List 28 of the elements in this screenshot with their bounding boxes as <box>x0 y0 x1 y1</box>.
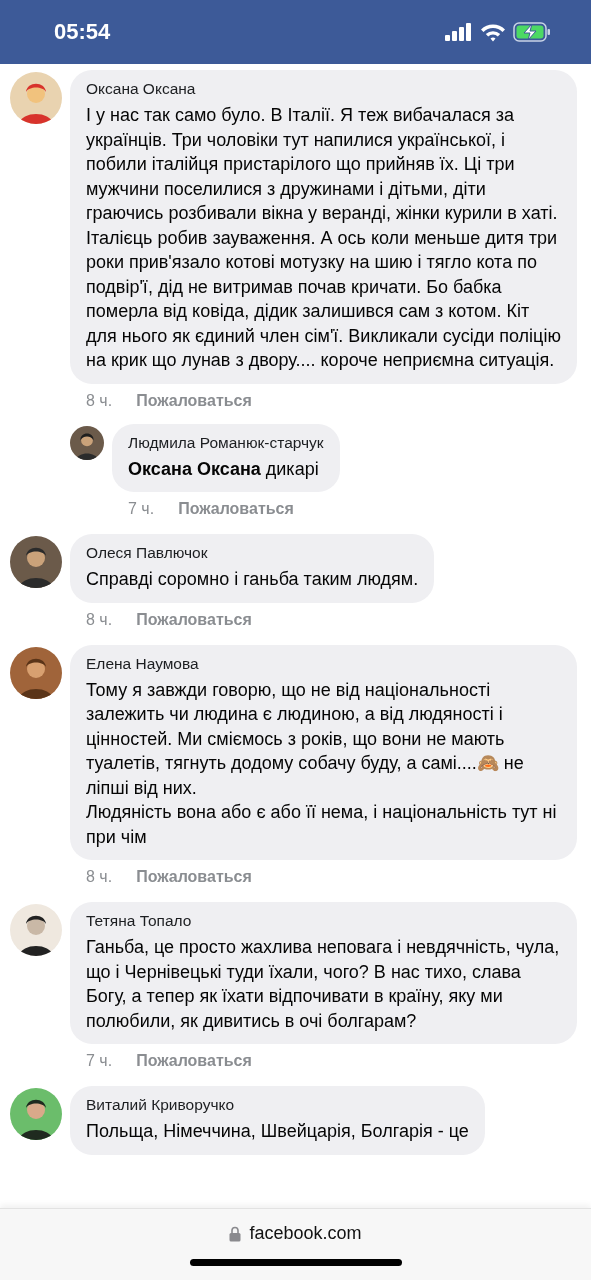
report-link[interactable]: Пожаловаться <box>136 868 252 886</box>
report-link[interactable]: Пожаловаться <box>136 391 252 410</box>
wifi-icon <box>480 22 506 42</box>
clock: 05:54 <box>54 19 111 45</box>
address-bar[interactable]: facebook.com <box>0 1208 591 1280</box>
home-indicator[interactable] <box>189 1259 402 1266</box>
author-name[interactable]: Тетяна Топало <box>86 912 561 930</box>
comment-text: І у нас так само було. В Італії. Я теж вибачалася за українців. Три чоловіки тут напилися української, і побили італійця пристарілого що прийняв їх. Ці три мужчини поселилися з дружинами і дітьми, діти граючись розбивали вікна у веранді, жінки курили в хаті. Італієць робив зауваження. А ось коли меньше дитя три роки прив'язало котові мотузку на шию і тягло кота по подвір'ї, дід не витримав почав кричати. Бо бабка померла від ковіда, дідик залишився сам з котом. Кіт для нього як єдиний член сім'ї. Викликали сусіди поліцію на крик що лунав з двору.... короче неприємна ситуація. <box>86 104 561 372</box>
reply-text: Оксана Оксана дикарі <box>128 457 320 481</box>
comment-text: Польща, Німеччина, Швейцарія, Болгарія - це <box>86 1120 469 1143</box>
report-link[interactable]: Пожаловаться <box>136 610 252 629</box>
comment-text: Справді соромно і ганьба таким людям. <box>86 568 419 591</box>
report-link[interactable]: Пожаловаться <box>136 1052 252 1070</box>
author-name[interactable]: Олеся Павлючок <box>86 544 419 562</box>
report-link[interactable]: Пожаловаться <box>178 500 294 518</box>
comment-text: Ганьба, це просто жахлива неповага і невдячність, чула, що і Чернівецькі туди їхали, чого? В нас тихо, слава Богу, а тепер як їхати відпочивати в країну, яку ми полюбили, як дивитись в очі болгарам? <box>86 936 561 1033</box>
url-text[interactable]: facebook.com <box>249 1223 362 1244</box>
comment-time[interactable]: 7 ч. <box>86 1052 113 1070</box>
comment-time[interactable]: 8 ч. <box>86 868 113 886</box>
signal-icon <box>445 23 473 41</box>
author-name[interactable]: Людмила Романюк-старчук <box>128 433 324 452</box>
comment-time[interactable]: 7 ч. <box>128 500 155 518</box>
author-name[interactable]: Виталий Криворучко <box>86 1096 469 1114</box>
author-name[interactable]: Оксана Оксана <box>86 80 561 98</box>
comment-time[interactable]: 8 ч. <box>86 391 113 410</box>
comment-time[interactable]: 8 ч. <box>86 610 113 629</box>
author-name[interactable]: Елена Наумова <box>86 654 561 673</box>
comment-text: Тому я завжди говорю, що не від національності залежить чи людина є людиною, а від людяності і цінностей. Ми сміємось з років, що вони не мають туалетів, тягнуть додому собачу буду, а самі....🙈 не ліпші від них. Людяність вона або є або її нема, і національність тут ні при чім <box>86 678 558 849</box>
